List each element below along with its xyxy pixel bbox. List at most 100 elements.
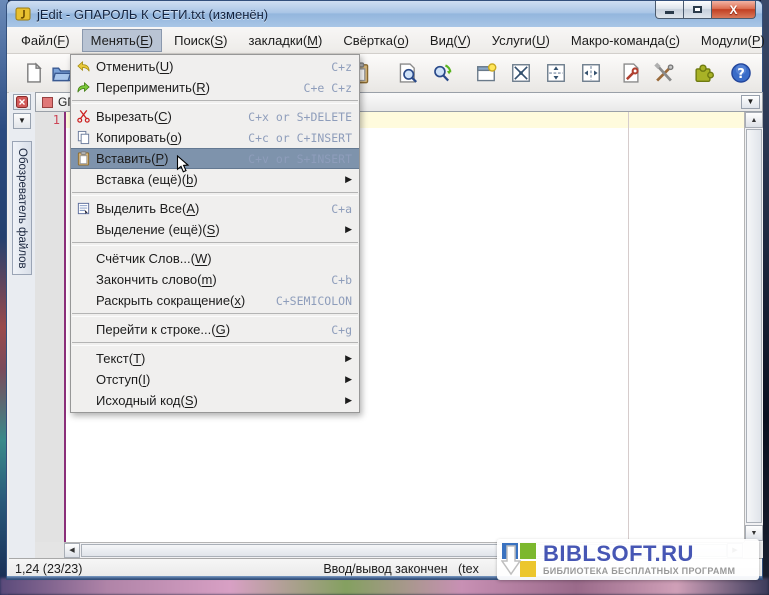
toolbar-plugin-manager-button[interactable] [690,60,716,86]
menubar-item-folding[interactable]: Свёртка(o) [334,29,418,52]
logo-square-green [520,543,536,559]
undo-icon [71,59,96,74]
buffer-options-icon [620,62,642,84]
edit-menu-item-paste-more[interactable]: Вставка (ещё)(b)▶ [71,169,359,190]
title-bar[interactable]: jEdit - GПАРОЛЬ К СЕТИ.txt (изменён) X [7,1,762,28]
menu-item-shortcut: C+z [331,60,352,74]
toolbar-find-replace-button[interactable] [429,60,455,86]
submenu-arrow-icon: ▶ [345,224,352,235]
edit-menu-item-expand-abbrev[interactable]: Раскрыть сокращение(x) C+SEMICOLON [71,290,359,311]
toolbar-global-options-button[interactable] [651,60,677,86]
new-file-icon [23,62,45,84]
menu-item-label: Раскрыть сокращение(x) [96,293,245,308]
menubar-item-utilities[interactable]: Услуги(U) [483,29,559,52]
menu-item-shortcut: C+b [331,273,352,287]
plugin-manager-icon [692,62,714,84]
menu-item-label: Вырезать(C) [96,109,172,124]
dock-popup-button[interactable]: ▼ [13,113,31,129]
edit-menu-item-paste[interactable]: Вставить(P)C+v or S+INSERT [71,148,359,169]
scroll-left-button[interactable]: ◀ [64,543,80,558]
split-horizontal-icon [545,62,567,84]
menubar-item-search[interactable]: Поиск(S) [165,29,236,52]
menubar-item-view[interactable]: Вид(V) [421,29,480,52]
maximize-button[interactable] [683,1,712,19]
dock-close-button[interactable] [13,94,31,110]
submenu-arrow-icon: ▶ [345,395,352,406]
menu-item-label: Вставка (ещё)(b) [96,172,198,187]
menu-item-label: Переприменить(R) [96,80,210,95]
watermark-text: BIBLSOFT.RU БИБЛИОТЕКА БЕСПЛАТНЫХ ПРОГРА… [543,543,735,576]
menu-item-shortcut: C+x or S+DELETE [248,110,352,124]
vertical-scrollbar[interactable]: ▲ ▼ [744,112,763,542]
menu-item-shortcut: C+SEMICOLON [276,294,352,308]
buffer-mode-status: (tex [458,562,479,576]
edit-menu: Отменить(U)C+zПереприменить(R)C+e C+z Выр… [70,54,360,413]
chevron-down-icon: ▼ [747,98,755,106]
find-icon [397,62,419,84]
toolbar-help-button[interactable] [728,60,754,86]
scroll-up-button[interactable]: ▲ [745,112,763,128]
menu-separator [72,100,358,104]
toolbar-split-vertical-button[interactable] [578,60,604,86]
window-controls: X [656,1,756,19]
dock-tab-file-browser[interactable]: Обозреватель файлов [12,141,32,275]
menu-item-shortcut: C+c or C+INSERT [248,131,352,145]
buffer-modified-icon [42,97,53,108]
menubar-item-markers[interactable]: закладки(M) [239,29,331,52]
edit-menu-item-select-all[interactable]: Выделить Все(A) C+a [71,198,359,219]
logo-square-yellow [520,561,536,577]
arrow-down-icon: ▼ [751,530,758,537]
edit-menu-item-complete-word[interactable]: Закончить слово(m)C+b [71,269,359,290]
menu-item-shortcut: C+g [331,323,352,337]
menu-separator [72,342,358,346]
menu-item-label: Выделить Все(A) [96,201,199,216]
edit-menu-item-goto-line[interactable]: Перейти к строке...(G) C+g [71,319,359,340]
menubar-item-file[interactable]: Файл(F) [12,29,79,52]
download-arrow-icon [501,545,521,577]
minimize-button[interactable] [655,1,684,19]
edit-menu-item-copy[interactable]: Копировать(o)C+c or C+INSERT [71,127,359,148]
buffer-switcher-dropdown-button[interactable]: ▼ [741,95,760,109]
menu-item-label: Перейти к строке...(G) [96,322,230,337]
edit-menu-item-selection-more[interactable]: Выделение (ещё)(S) ▶ [71,219,359,240]
menu-item-label: Выделение (ещё)(S) [96,222,220,237]
edit-menu-item-undo[interactable]: Отменить(U)C+z [71,56,359,77]
menubar-item-edit[interactable]: Менять(E) [82,29,163,52]
submenu-arrow-icon: ▶ [345,353,352,364]
toolbar-split-horizontal-button[interactable] [543,60,569,86]
watermark-subtitle: БИБЛИОТЕКА БЕСПЛАТНЫХ ПРОГРАММ [543,567,735,576]
edit-menu-item-indent[interactable]: Отступ(I)▶ [71,369,359,390]
edit-menu-item-cut[interactable]: Вырезать(C) C+x or S+DELETE [71,106,359,127]
edit-menu-item-source[interactable]: Исходный код(S) ▶ [71,390,359,411]
toolbar-new-view-button[interactable] [473,60,499,86]
toolbar-new-file-button[interactable] [21,60,47,86]
close-icon: X [729,3,737,17]
close-button[interactable]: X [711,1,756,19]
menubar-item-plugins[interactable]: Модули(P) [692,29,769,52]
menu-separator [72,242,358,246]
gutter: 1 [35,112,66,542]
toolbar-find-button[interactable] [395,60,421,86]
desktop-background-bottom [0,578,769,595]
find-replace-icon [431,62,453,84]
left-dock-strip: ▼ Обозреватель файлов [9,92,35,558]
menu-bar: Файл(F)Менять(E)Поиск(S)закладки(M)Свёрт… [7,27,762,54]
jedit-app-icon [15,6,31,22]
edit-menu-item-word-count[interactable]: Счётчик Слов...(W) [71,248,359,269]
select-all-icon [71,201,96,216]
arrow-left-icon: ◀ [69,547,74,554]
unsplit-icon [510,62,532,84]
jedit-window: jEdit - GПАРОЛЬ К СЕТИ.txt (изменён) X Ф… [6,0,763,580]
edit-menu-item-text[interactable]: Текст(T) ▶ [71,348,359,369]
edit-menu-item-redo[interactable]: Переприменить(R)C+e C+z [71,77,359,98]
new-view-icon [475,62,497,84]
menu-item-label: Исходный код(S) [96,393,198,408]
menu-item-shortcut: C+v or S+INSERT [248,152,352,166]
menu-separator [72,192,358,196]
menu-item-label: Текст(T) [96,351,145,366]
vertical-scrollbar-thumb[interactable] [746,129,762,523]
menu-item-shortcut: C+a [331,202,352,216]
toolbar-buffer-options-button[interactable] [618,60,644,86]
toolbar-unsplit-button[interactable] [508,60,534,86]
menubar-item-macros[interactable]: Макро-команда(c) [562,29,689,52]
